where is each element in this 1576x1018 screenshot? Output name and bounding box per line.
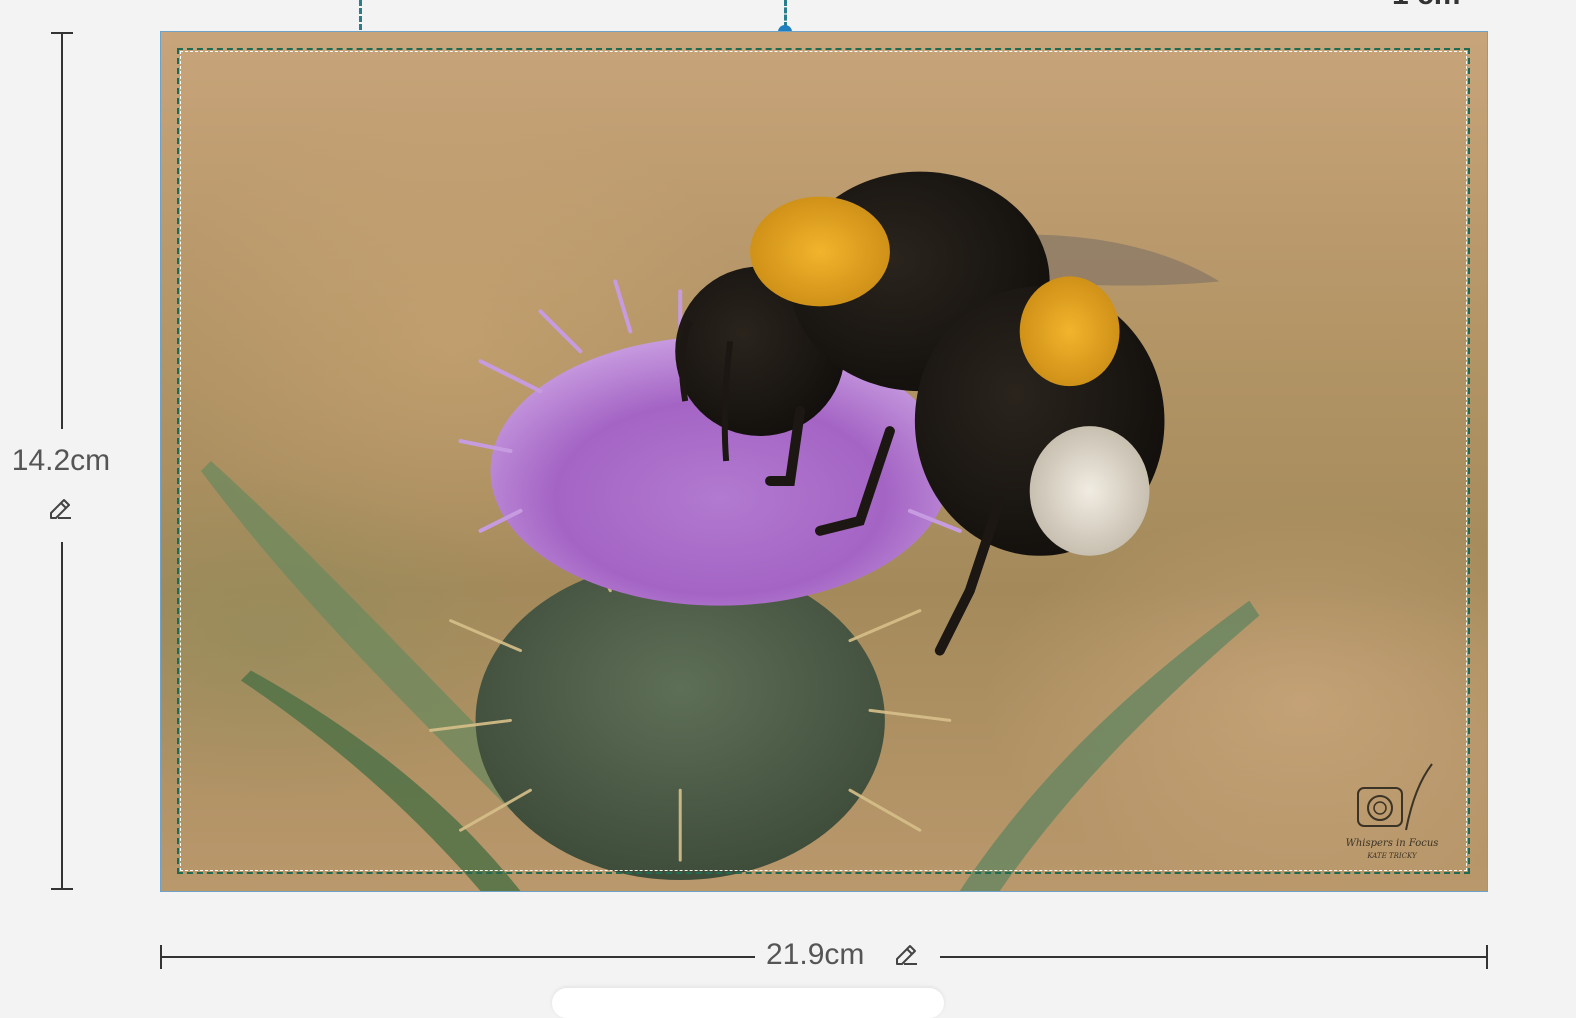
watermark-line1: Whispers in Focus <box>1346 838 1439 849</box>
photo-canvas[interactable] <box>160 31 1488 892</box>
height-ruler-upper-line <box>61 33 63 429</box>
height-ruler-lower-line <box>61 542 63 889</box>
bottom-toolbar[interactable] <box>552 988 944 1018</box>
width-ruler-right-tick <box>1486 945 1488 969</box>
width-ruler-right-line <box>940 956 1487 958</box>
bumblebee-on-thistle-photo <box>200 171 1260 891</box>
camera-feather-logo: Whispers in Focus KATE TRICKY <box>1346 763 1439 860</box>
height-value: 14.2cm <box>11 444 111 477</box>
top-dimension-label: 1 cm <box>1392 0 1460 12</box>
center-guide-line[interactable] <box>784 0 787 28</box>
width-value: 21.9cm <box>766 938 865 971</box>
width-ruler-left-line <box>161 956 755 958</box>
height-ruler-bottom-tick <box>51 888 73 890</box>
edit-height-pencil-icon[interactable] <box>44 494 76 526</box>
watermark-line2: KATE TRICKY <box>1366 852 1418 860</box>
edit-width-pencil-icon[interactable] <box>890 940 922 972</box>
